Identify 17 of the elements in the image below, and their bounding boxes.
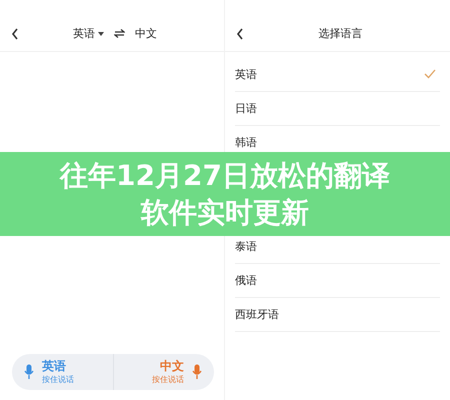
language-option[interactable]: 俄语 [235, 271, 440, 289]
source-language-selector[interactable]: 英语 [73, 26, 104, 41]
back-icon[interactable] [10, 27, 20, 41]
dropdown-caret-icon [98, 32, 104, 36]
page-title: 选择语言 [318, 26, 362, 41]
language-option[interactable]: 韩语 [235, 133, 440, 151]
banner-title: 软件实时更新 [141, 196, 309, 229]
back-icon[interactable] [235, 27, 245, 41]
microphone-icon [24, 364, 34, 380]
target-language-label[interactable]: 中文 [135, 26, 157, 41]
swap-icon[interactable] [114, 29, 125, 38]
banner-title: 往年12月27日放松的翻译 [60, 159, 390, 192]
language-option[interactable]: 泰语 [235, 237, 440, 255]
language-option[interactable]: 日语 [235, 99, 440, 117]
microphone-icon [192, 364, 202, 380]
language-option[interactable]: 西班牙语 [235, 305, 440, 323]
language-option[interactable]: 英语 [235, 65, 440, 83]
